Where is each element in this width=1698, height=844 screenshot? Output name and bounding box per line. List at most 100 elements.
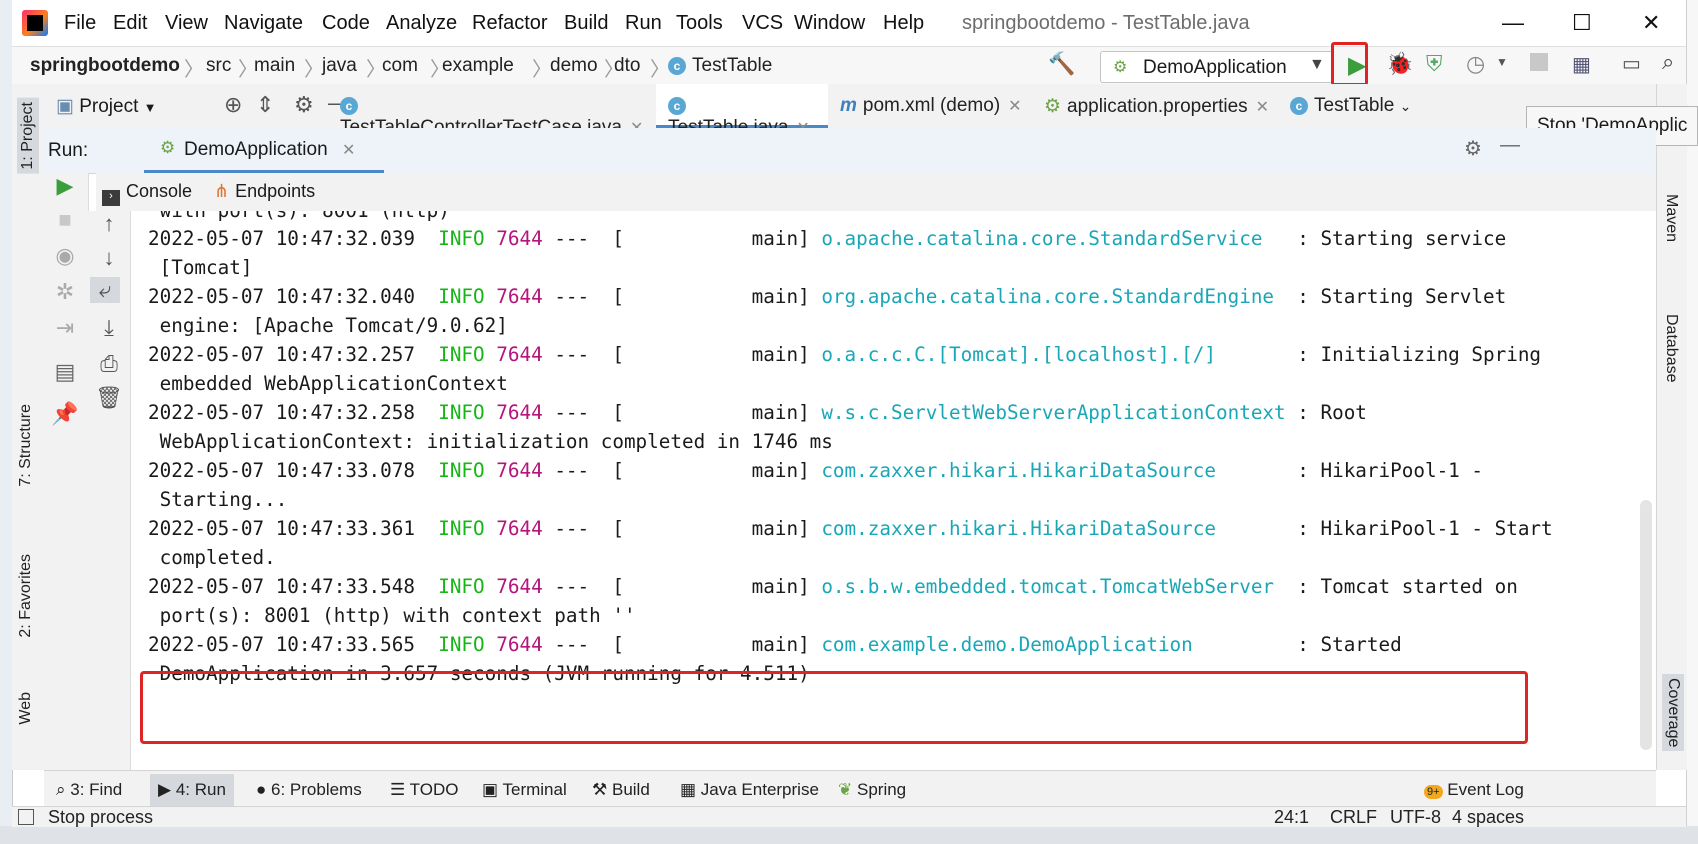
close-icon[interactable]: ✕ — [1256, 99, 1269, 116]
structure-tool-button[interactable]: 7: Structure — [17, 404, 35, 487]
project-panel-selector[interactable]: ▣ Project ▼ — [56, 95, 157, 118]
close-icon[interactable]: ✕ — [1008, 98, 1021, 115]
arrow-down-icon[interactable]: ↓ — [94, 245, 124, 271]
soft-wrap-icon[interactable]: ⤶ — [90, 277, 120, 303]
presentation-icon[interactable]: ▭ — [1622, 51, 1641, 76]
stop-icon[interactable]: ■ — [50, 207, 80, 233]
menu-navigate[interactable]: Navigate — [224, 12, 303, 35]
collapse-all-icon[interactable]: ⇕ — [256, 92, 274, 118]
breadcrumb-project[interactable]: springbootdemo — [30, 55, 180, 77]
status-message: Stop process — [48, 807, 154, 827]
breadcrumb-example[interactable]: example — [442, 55, 514, 77]
scroll-to-end-icon[interactable]: ⤓ — [94, 315, 124, 341]
java-enterprise-tool-button[interactable]: ▦ Java Enterprise — [680, 780, 819, 800]
menu-code[interactable]: Code — [322, 12, 370, 35]
log-thread: --- [ main] — [554, 343, 810, 366]
console-scrollbar[interactable] — [1640, 500, 1652, 750]
breadcrumb-demo[interactable]: demo — [550, 55, 598, 77]
menu-run[interactable]: Run — [625, 12, 662, 35]
settings-gear-icon[interactable]: ⚙ — [294, 92, 314, 118]
debug-settings-icon[interactable]: ✲ — [50, 279, 80, 305]
menu-help[interactable]: Help — [883, 12, 924, 35]
problems-tool-button[interactable]: ● 6: Problems — [256, 780, 362, 800]
tab-testtablecontrollertestcase[interactable]: cTestTableControllerTestCase.java✕ — [332, 84, 652, 138]
rerun-icon[interactable]: ▶ — [50, 173, 80, 199]
find-tool-button[interactable]: ⌕ 3: Find — [56, 780, 122, 800]
print-icon[interactable]: ⎙ — [94, 351, 124, 377]
tab-console[interactable]: › Console — [102, 181, 192, 206]
log-line: 2022-05-07 10:47:32.258 INFO 7644 --- [ … — [148, 401, 1367, 424]
run-tool-button[interactable]: ▶ 4: Run — [150, 774, 234, 806]
log-level: INFO — [438, 459, 485, 482]
menu-refactor[interactable]: Refactor — [472, 12, 548, 35]
todo-tool-button[interactable]: ☰ TODO — [390, 780, 458, 800]
trash-icon[interactable]: 🗑 — [94, 385, 124, 411]
menu-tools[interactable]: Tools — [676, 12, 723, 35]
chevron-down-icon: ▼ — [1309, 56, 1325, 73]
maven-tool-button[interactable]: Maven — [1662, 194, 1680, 242]
stop-icon[interactable] — [1530, 53, 1548, 71]
spring-tool-button[interactable]: ❦ Spring — [838, 780, 906, 800]
log-timestamp: 2022-05-07 10:47:32.040 — [148, 285, 415, 308]
file-encoding[interactable]: UTF-8 — [1390, 807, 1441, 828]
database-tool-button[interactable]: Database — [1662, 314, 1680, 383]
profile-chevron-icon[interactable]: ▼ — [1496, 55, 1508, 69]
pin-icon[interactable]: 📌 — [50, 401, 80, 427]
debug-bug-icon[interactable]: 🐞 — [1386, 51, 1413, 77]
menu-view[interactable]: View — [165, 12, 208, 35]
search-icon[interactable]: ⌕ — [1662, 49, 1674, 75]
event-log-tool-button[interactable]: 9+ Event Log — [1424, 780, 1524, 800]
run-configuration-select[interactable]: ⚙ DemoApplication ▼ — [1100, 51, 1333, 83]
problems-icon: ● — [256, 780, 267, 799]
minimize-button[interactable]: — — [1502, 10, 1524, 36]
todo-label: TODO — [409, 780, 459, 799]
class-icon: c — [340, 97, 358, 115]
build-tool-button[interactable]: ⚒ Build — [592, 780, 650, 800]
run-tab-demoapplication[interactable]: ⚙ DemoApplication ✕ — [144, 128, 384, 173]
menu-analyze[interactable]: Analyze — [386, 12, 457, 35]
camera-icon[interactable]: ◉ — [50, 243, 80, 269]
breadcrumb-com[interactable]: com — [382, 55, 418, 77]
web-tool-button[interactable]: Web — [17, 692, 35, 725]
menu-vcs[interactable]: VCS — [742, 12, 783, 35]
build-hammer-icon[interactable]: 🔨 — [1048, 51, 1075, 77]
breadcrumb-src[interactable]: src — [206, 55, 231, 77]
settings-gear-icon[interactable]: ⚙ — [1464, 136, 1482, 161]
breadcrumb-separator-icon: 〉 — [304, 59, 324, 81]
breadcrumb-class-label: TestTable — [692, 55, 773, 76]
close-icon[interactable]: ✕ — [342, 140, 355, 160]
locate-target-icon[interactable]: ⊕ — [224, 92, 242, 118]
tab-testtable-java[interactable]: cTestTable.java✕ — [656, 84, 828, 138]
indent-setting[interactable]: 4 spaces — [1452, 807, 1524, 828]
breadcrumb-class[interactable]: c TestTable — [668, 55, 772, 77]
menu-file[interactable]: File — [64, 12, 96, 35]
caret-position[interactable]: 24:1 — [1274, 807, 1309, 828]
login-icon[interactable]: ⇥ — [50, 315, 80, 341]
tab-endpoints[interactable]: ⋔ Endpoints — [214, 181, 315, 202]
hide-panel-icon[interactable]: — — [1500, 134, 1520, 157]
breadcrumb-dto[interactable]: dto — [614, 55, 640, 77]
menu-edit[interactable]: Edit — [113, 12, 147, 35]
project-structure-icon[interactable]: ▦ — [1572, 52, 1591, 77]
breadcrumb-java[interactable]: java — [322, 55, 357, 77]
breadcrumb-separator-icon: 〉 — [532, 59, 552, 81]
tab-testtable[interactable]: c TestTable ⌄ — [1284, 84, 1444, 128]
coverage-tool-button[interactable]: Coverage — [1662, 674, 1684, 752]
favorites-tool-button[interactable]: 2: Favorites — [17, 554, 35, 638]
log-line: 2022-05-07 10:47:33.548 INFO 7644 --- [ … — [148, 575, 1518, 598]
breadcrumb-main[interactable]: main — [254, 55, 295, 77]
menu-window[interactable]: Window — [794, 12, 865, 35]
profile-icon[interactable]: ◷ — [1466, 51, 1485, 77]
project-tool-button[interactable]: 1: Project — [17, 98, 39, 174]
arrow-up-icon[interactable]: ↑ — [94, 211, 124, 237]
menu-build[interactable]: Build — [564, 12, 608, 35]
terminal-tool-button[interactable]: ▣ Terminal — [482, 780, 567, 800]
tab-pom-xml[interactable]: m pom.xml (demo) ✕ — [834, 84, 1024, 128]
run-with-coverage-icon[interactable]: ⛨ — [1426, 51, 1443, 77]
layout-icon[interactable]: ▤ — [50, 359, 80, 385]
close-window-button[interactable]: ✕ — [1642, 10, 1660, 36]
tab-application-properties[interactable]: ⚙ application.properties ✕ — [1038, 84, 1278, 128]
maximize-button[interactable]: ☐ — [1572, 10, 1592, 36]
tool-windows-toggle-icon[interactable] — [18, 809, 34, 825]
line-separator[interactable]: CRLF — [1330, 807, 1377, 828]
